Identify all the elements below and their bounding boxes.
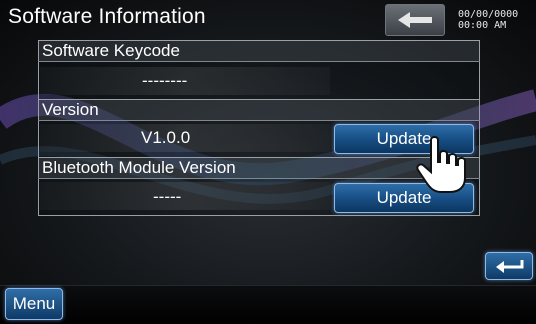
back-button[interactable]: [385, 4, 445, 36]
version-header: [38, 99, 480, 121]
date-time-display: 00/00/0000 00:00 AM: [458, 9, 518, 31]
keycode-label: Software Keycode: [42, 41, 180, 60]
return-arrow-icon: [496, 260, 524, 273]
version-value: V1.0.0: [141, 128, 191, 147]
keycode-value: --------: [142, 71, 188, 90]
bluetooth-value-box: [40, 182, 330, 210]
return-button[interactable]: [485, 252, 533, 280]
menu-button[interactable]: Menu: [5, 288, 63, 320]
time-text: 00:00 AM: [458, 20, 507, 31]
bottom-bar: [0, 285, 536, 324]
bluetooth-value: -----: [153, 187, 182, 206]
arrow-left-icon: [398, 12, 432, 28]
bluetooth-label: Bluetooth Module Version: [42, 158, 236, 177]
version-label: Version: [42, 100, 99, 119]
date-text: 00/00/0000: [458, 9, 519, 20]
software-information-screen: Software Information 00/00/0000 00:00 AM…: [0, 0, 536, 324]
page-title: Software Information: [8, 5, 206, 28]
hand-pointer-icon: [416, 136, 466, 193]
title-bar: Software Information 00/00/0000 00:00 AM: [0, 0, 536, 40]
